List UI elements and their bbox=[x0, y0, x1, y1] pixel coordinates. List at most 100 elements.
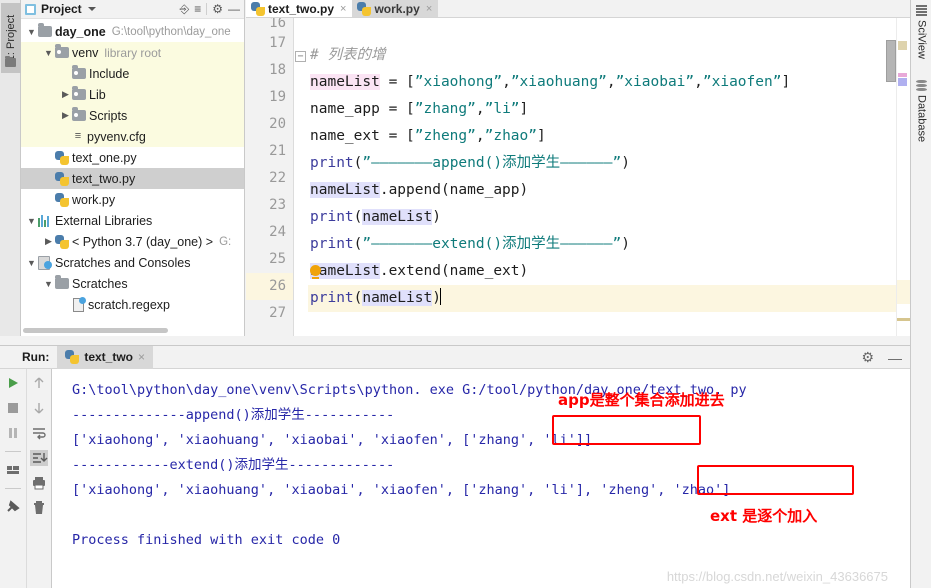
tree-item-work-py[interactable]: ▶ work.py bbox=[21, 189, 244, 210]
chevron-down-icon[interactable] bbox=[87, 7, 96, 11]
header-divider bbox=[206, 3, 208, 15]
tree-spacer: ▶ bbox=[59, 299, 72, 310]
layout-icon[interactable] bbox=[4, 462, 22, 478]
code-token: ] bbox=[781, 74, 791, 90]
tree-item-label: Scripts bbox=[89, 108, 128, 123]
tree-item-day-one[interactable]: ▼ day_one G:\tool\python\day_one bbox=[21, 21, 244, 42]
run-icon[interactable] bbox=[4, 375, 22, 391]
gear-icon[interactable]: ⚙ bbox=[212, 3, 223, 15]
tree-item-pyvenv-cfg[interactable]: ▶≡ pyvenv.cfg bbox=[21, 126, 244, 147]
chevron-down-icon[interactable]: ▼ bbox=[42, 279, 55, 289]
line-number[interactable]: 25 bbox=[246, 246, 293, 273]
editor-tab-work-py[interactable]: work.py × bbox=[352, 0, 439, 17]
chevron-right-icon[interactable]: ▶ bbox=[59, 89, 72, 100]
code-line[interactable]: print(nameList) bbox=[308, 285, 910, 312]
code-line[interactable]: print(”———————extend()添加学生——————”) bbox=[308, 231, 910, 258]
line-number[interactable]: 22 bbox=[246, 165, 293, 192]
tree-item-python-3-7-day-one[interactable]: ▶ < Python 3.7 (day_one) > G: bbox=[21, 231, 244, 252]
marker-bookmark[interactable] bbox=[897, 318, 911, 321]
gear-icon[interactable]: ⚙ bbox=[861, 349, 874, 366]
editor-code-area: 16 17 18 19 20 21 22 23 24 25 26 27 − # 列表的增 nameLis… bbox=[246, 18, 910, 336]
tree-item-label: Scratches bbox=[72, 276, 128, 291]
pin-icon[interactable] bbox=[4, 499, 22, 515]
run-configuration-tab[interactable]: text_two × bbox=[57, 345, 154, 369]
project-panel-title: Project bbox=[41, 2, 82, 16]
code-token: ”zhao” bbox=[484, 128, 537, 144]
locate-icon[interactable]: ⎆ bbox=[180, 3, 190, 15]
code-line[interactable]: nameList.extend(name_ext) bbox=[308, 258, 910, 285]
code-line[interactable]: print(”———————append()添加学生——————”) bbox=[308, 150, 910, 177]
editor-tab-text_two-py[interactable]: text_two.py × bbox=[246, 0, 353, 17]
tree-item-text-one-py[interactable]: ▶ text_one.py bbox=[21, 147, 244, 168]
line-number[interactable]: 21 bbox=[246, 138, 293, 165]
marker-todo[interactable] bbox=[898, 41, 907, 50]
fold-collapse-icon[interactable]: − bbox=[295, 51, 306, 62]
chevron-down-icon[interactable]: ▼ bbox=[42, 48, 55, 58]
code-line[interactable] bbox=[308, 312, 910, 339]
code-line[interactable]: name_ext = [”zheng”,”zhao”] bbox=[308, 123, 910, 150]
minimize-icon[interactable]: — bbox=[228, 3, 240, 15]
code-token: .extend(name_ext) bbox=[379, 263, 529, 279]
tree-item-venv[interactable]: ▼ venv library root bbox=[21, 42, 244, 63]
close-icon[interactable]: × bbox=[426, 3, 432, 15]
project-tool-window: Project ⎆ ≡ ⚙ — ▼ day_one G:\tool\python\d… bbox=[21, 0, 245, 336]
run-panel-body: app是整个集合添加进去 ext 是逐个加入 G:\tool\python\da… bbox=[0, 369, 910, 588]
line-number[interactable]: 17 bbox=[246, 30, 293, 57]
pause-icon[interactable] bbox=[4, 425, 22, 441]
python-file-icon bbox=[55, 192, 69, 207]
code-token: , bbox=[475, 101, 485, 117]
down-arrow-icon[interactable] bbox=[30, 400, 48, 416]
tree-item-scratches-and-consoles[interactable]: ▼ Scratches and Consoles bbox=[21, 252, 244, 273]
print-icon[interactable] bbox=[30, 475, 48, 491]
scroll-to-end-icon[interactable] bbox=[30, 450, 48, 466]
tree-item-scratch-regexp[interactable]: ▶ scratch.regexp bbox=[21, 294, 244, 315]
tree-item-label: Scratches and Consoles bbox=[55, 255, 191, 270]
soft-wrap-icon[interactable] bbox=[30, 425, 48, 441]
trash-icon[interactable] bbox=[30, 500, 48, 516]
chevron-down-icon[interactable]: ▼ bbox=[25, 258, 38, 268]
marker-warning[interactable] bbox=[898, 73, 907, 77]
line-number[interactable]: 18 bbox=[246, 57, 293, 84]
chevron-down-icon[interactable]: ▼ bbox=[25, 27, 38, 37]
code-token: print bbox=[310, 155, 354, 171]
code-token: nameList bbox=[310, 74, 380, 90]
close-icon[interactable]: × bbox=[138, 350, 145, 364]
tree-item-scripts[interactable]: ▶ Scripts bbox=[21, 105, 244, 126]
tree-item-external-libraries[interactable]: ▼ External Libraries bbox=[21, 210, 244, 231]
up-arrow-icon[interactable] bbox=[30, 375, 48, 391]
tree-item-lib[interactable]: ▶ Lib bbox=[21, 84, 244, 105]
chevron-down-icon[interactable]: ▼ bbox=[25, 216, 38, 226]
line-number[interactable]: 20 bbox=[246, 111, 293, 138]
line-number[interactable]: 26 bbox=[246, 273, 293, 300]
code-line[interactable]: name_app = [”zhang”,”li”] bbox=[308, 96, 910, 123]
minimize-icon[interactable]: — bbox=[888, 350, 902, 366]
project-horizontal-scrollbar[interactable] bbox=[23, 328, 168, 333]
editor-vertical-scrollbar[interactable] bbox=[886, 40, 896, 82]
tree-spacer: ▶ bbox=[42, 173, 55, 184]
code-line[interactable]: nameList.append(name_app) bbox=[308, 177, 910, 204]
chevron-right-icon[interactable]: ▶ bbox=[59, 110, 72, 121]
editor-marker-bar[interactable] bbox=[896, 18, 911, 336]
marker-usage[interactable] bbox=[898, 78, 907, 86]
chevron-right-icon[interactable]: ▶ bbox=[42, 236, 55, 247]
code-line[interactable]: # 列表的增 bbox=[308, 42, 910, 69]
run-actions-primary bbox=[0, 369, 26, 588]
code-line[interactable]: nameList = [”xiaohong”,”xiaohuang”,”xiao… bbox=[308, 69, 910, 96]
tree-item-scratches[interactable]: ▼ Scratches bbox=[21, 273, 244, 294]
close-icon[interactable]: × bbox=[340, 3, 346, 15]
line-number[interactable]: 24 bbox=[246, 219, 293, 246]
tree-item-include[interactable]: ▶ Include bbox=[21, 63, 244, 84]
line-number[interactable]: 27 bbox=[246, 300, 293, 327]
console-line: G:\tool\python\day_one\venv\Scripts\pyth… bbox=[72, 382, 747, 398]
source-code[interactable]: # 列表的增 nameList = [”xiaohong”,”xiaohuang”… bbox=[308, 18, 910, 336]
tree-item-label: External Libraries bbox=[55, 213, 153, 228]
console-output[interactable]: app是整个集合添加进去 ext 是逐个加入 G:\tool\python\da… bbox=[52, 369, 910, 588]
line-number[interactable]: 23 bbox=[246, 192, 293, 219]
line-number[interactable]: 19 bbox=[246, 84, 293, 111]
code-token: ] bbox=[519, 101, 529, 117]
collapse-all-icon[interactable]: ≡ bbox=[194, 3, 201, 15]
intention-bulb-icon[interactable] bbox=[310, 265, 321, 279]
stop-icon[interactable] bbox=[4, 400, 22, 416]
code-line[interactable]: print(nameList) bbox=[308, 204, 910, 231]
tree-item-text-two-py[interactable]: ▶ text_two.py bbox=[21, 168, 244, 189]
